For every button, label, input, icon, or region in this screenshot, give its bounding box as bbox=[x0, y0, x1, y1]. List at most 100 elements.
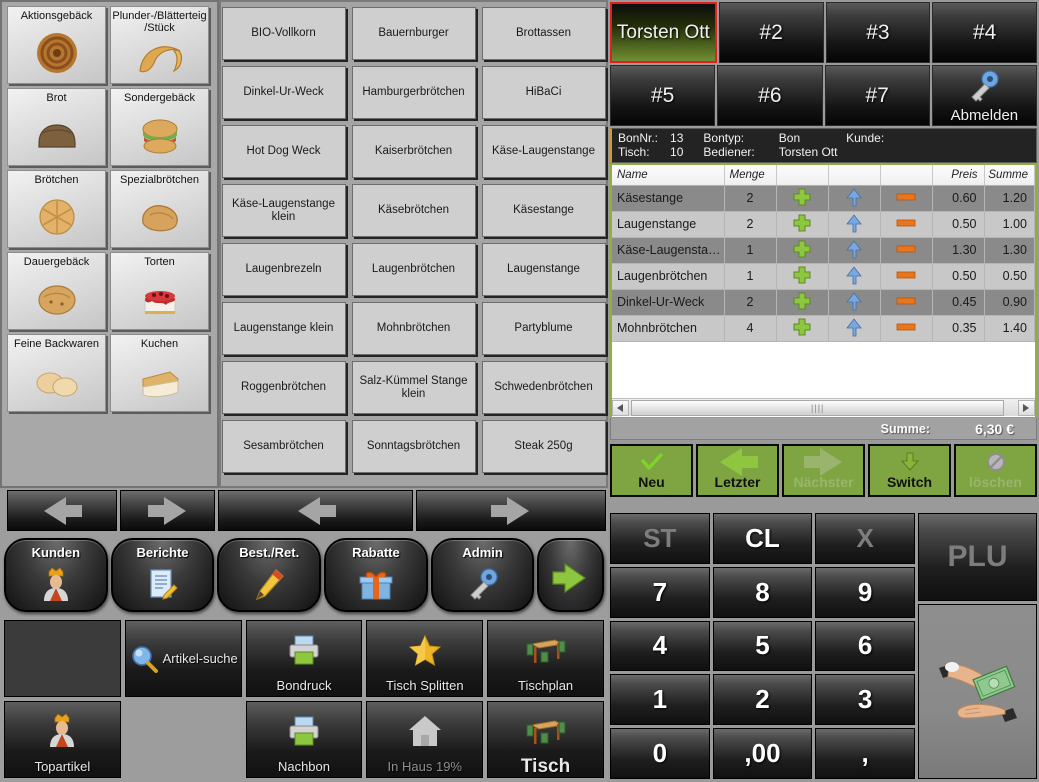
receipt-remove-button[interactable] bbox=[880, 315, 933, 342]
keypad-key-6[interactable]: 6 bbox=[815, 620, 915, 672]
function-topartikel-button[interactable]: Topartikel bbox=[4, 701, 121, 778]
receipt-horizontal-scrollbar[interactable]: |||| bbox=[612, 398, 1035, 416]
category-button-3[interactable]: Brot bbox=[7, 88, 106, 166]
receipt-move-up-button[interactable] bbox=[828, 237, 881, 264]
product-button-13[interactable]: Laugenbrezeln bbox=[221, 243, 346, 296]
receipt-move-up-button[interactable] bbox=[828, 289, 881, 316]
scroll-left-button[interactable] bbox=[612, 399, 629, 416]
category-button-10[interactable]: Kuchen bbox=[110, 334, 209, 412]
function-artikel-suche-button[interactable]: Artikel-suche bbox=[124, 620, 242, 697]
keypad-key-1[interactable]: 1 bbox=[610, 674, 710, 726]
plu-button[interactable]: PLU bbox=[918, 513, 1037, 601]
product-button-18[interactable]: Partyblume bbox=[481, 302, 606, 355]
product-button-15[interactable]: Laugenstange bbox=[481, 243, 606, 296]
receipt-remove-button[interactable] bbox=[880, 263, 933, 290]
table-tab-1[interactable]: Torsten Ott bbox=[610, 2, 717, 63]
product-button-3[interactable]: Brottassen bbox=[481, 7, 606, 60]
product-button-24[interactable]: Steak 250g bbox=[481, 420, 606, 473]
category-next-button[interactable] bbox=[120, 490, 215, 531]
receipt-add-button[interactable] bbox=[776, 211, 829, 238]
product-button-22[interactable]: Sesambrötchen bbox=[221, 420, 346, 473]
keypad-key-0[interactable]: 0 bbox=[610, 728, 710, 779]
action-switch-button[interactable]: Switch bbox=[868, 444, 951, 497]
category-prev-button[interactable] bbox=[7, 490, 117, 531]
function-button-best-ret[interactable]: Best./Ret. bbox=[217, 538, 322, 612]
keypad-key-7[interactable]: 7 bbox=[610, 566, 710, 618]
receipt-add-button[interactable] bbox=[776, 315, 829, 342]
function-tisch-button[interactable]: Tisch bbox=[487, 701, 604, 778]
function-tischplan-button[interactable]: Tischplan bbox=[487, 620, 604, 697]
receipt-row[interactable]: Laugenbrötchen 1 0.50 0.50 bbox=[612, 263, 1035, 290]
category-button-5[interactable]: Brötchen bbox=[7, 170, 106, 248]
category-button-1[interactable]: Aktionsgebäck bbox=[7, 6, 106, 84]
action-letzter-button[interactable]: Letzter bbox=[696, 444, 779, 497]
product-prev-button[interactable] bbox=[218, 490, 413, 531]
receipt-row[interactable]: Dinkel-Ur-Weck 2 0.45 0.90 bbox=[612, 289, 1035, 316]
keypad-key-5[interactable]: 5 bbox=[712, 620, 813, 672]
receipt-add-button[interactable] bbox=[776, 185, 829, 212]
keypad-key-CL[interactable]: CL bbox=[712, 513, 813, 564]
product-button-9[interactable]: Käse-Laugenstange bbox=[481, 125, 606, 178]
function-nachbon-button[interactable]: Nachbon bbox=[245, 701, 363, 778]
next-page-button[interactable] bbox=[537, 538, 604, 612]
scrollbar-track[interactable]: |||| bbox=[629, 399, 1018, 416]
function-button-kunden[interactable]: Kunden bbox=[4, 538, 108, 612]
product-button-8[interactable]: Kaiserbrötchen bbox=[351, 125, 476, 178]
action-neu-button[interactable]: Neu bbox=[610, 444, 693, 497]
product-button-10[interactable]: Käse-Laugenstange klein bbox=[221, 184, 346, 237]
product-button-14[interactable]: Laugenbrötchen bbox=[351, 243, 476, 296]
receipt-remove-button[interactable] bbox=[880, 185, 933, 212]
product-button-23[interactable]: Sonntagsbrötchen bbox=[351, 420, 476, 473]
scroll-right-button[interactable] bbox=[1018, 399, 1035, 416]
function-tisch-splitten-button[interactable]: Tisch Splitten bbox=[366, 620, 484, 697]
table-tab-5[interactable]: #5 bbox=[610, 65, 716, 126]
receipt-remove-button[interactable] bbox=[880, 237, 933, 264]
table-tab-6[interactable]: #6 bbox=[717, 65, 823, 126]
receipt-add-button[interactable] bbox=[776, 263, 829, 290]
category-button-7[interactable]: Dauergebäck bbox=[7, 252, 106, 330]
product-button-17[interactable]: Mohnbrötchen bbox=[351, 302, 476, 355]
product-button-11[interactable]: Käsebrötchen bbox=[351, 184, 476, 237]
scrollbar-thumb[interactable]: |||| bbox=[631, 399, 1005, 416]
receipt-remove-button[interactable] bbox=[880, 289, 933, 316]
receipt-row[interactable]: Laugenstange 2 0.50 1.00 bbox=[612, 211, 1035, 238]
function-button-berichte[interactable]: Berichte bbox=[110, 538, 215, 612]
receipt-move-up-button[interactable] bbox=[828, 211, 881, 238]
category-button-9[interactable]: Feine Backwaren bbox=[7, 334, 106, 412]
receipt-add-button[interactable] bbox=[776, 237, 829, 264]
product-button-16[interactable]: Laugenstange klein bbox=[221, 302, 346, 355]
table-tab-2[interactable]: #2 bbox=[718, 2, 824, 63]
function-bondruck-button[interactable]: Bondruck bbox=[245, 620, 363, 697]
product-button-6[interactable]: HiBaCi bbox=[481, 66, 606, 119]
table-tab-4[interactable]: #4 bbox=[932, 2, 1037, 63]
keypad-key-X[interactable]: X bbox=[815, 513, 915, 564]
category-button-4[interactable]: Sondergebäck bbox=[110, 88, 209, 166]
table-tab-3[interactable]: #3 bbox=[825, 2, 931, 63]
keypad-key-9[interactable]: 9 bbox=[815, 566, 915, 618]
category-button-8[interactable]: Torten bbox=[110, 252, 209, 330]
receipt-row[interactable]: Käse-Laugensta… 1 1.30 1.30 bbox=[612, 237, 1035, 264]
product-button-2[interactable]: Bauernburger bbox=[351, 7, 476, 60]
product-button-5[interactable]: Hamburgerbrötchen bbox=[351, 66, 476, 119]
keypad-key-8[interactable]: 8 bbox=[712, 566, 813, 618]
receipt-remove-button[interactable] bbox=[880, 211, 933, 238]
table-tab-7[interactable]: #7 bbox=[824, 65, 930, 126]
receipt-move-up-button[interactable] bbox=[828, 185, 881, 212]
keypad-key-2[interactable]: 2 bbox=[712, 674, 813, 726]
product-button-21[interactable]: Schwedenbrötchen bbox=[481, 361, 606, 414]
receipt-add-button[interactable] bbox=[776, 289, 829, 316]
payment-button[interactable] bbox=[918, 604, 1037, 779]
category-button-6[interactable]: Spezialbrötchen bbox=[110, 170, 209, 248]
function-button-admin[interactable]: Admin bbox=[430, 538, 535, 612]
product-button-1[interactable]: BIO-Vollkorn bbox=[221, 7, 346, 60]
function-in-haus-19%-button[interactable]: In Haus 19% bbox=[366, 701, 484, 778]
keypad-key-4[interactable]: 4 bbox=[610, 620, 710, 672]
keypad-key-3[interactable]: 3 bbox=[815, 674, 915, 726]
product-button-7[interactable]: Hot Dog Weck bbox=[221, 125, 346, 178]
product-button-12[interactable]: Käsestange bbox=[481, 184, 606, 237]
receipt-row[interactable]: Käsestange 2 0.60 1.20 bbox=[612, 185, 1035, 212]
keypad-key-ST[interactable]: ST bbox=[610, 513, 710, 564]
product-button-4[interactable]: Dinkel-Ur-Weck bbox=[221, 66, 346, 119]
receipt-move-up-button[interactable] bbox=[828, 315, 881, 342]
category-button-2[interactable]: Plunder-/Blätterteig/Stück bbox=[110, 6, 209, 84]
